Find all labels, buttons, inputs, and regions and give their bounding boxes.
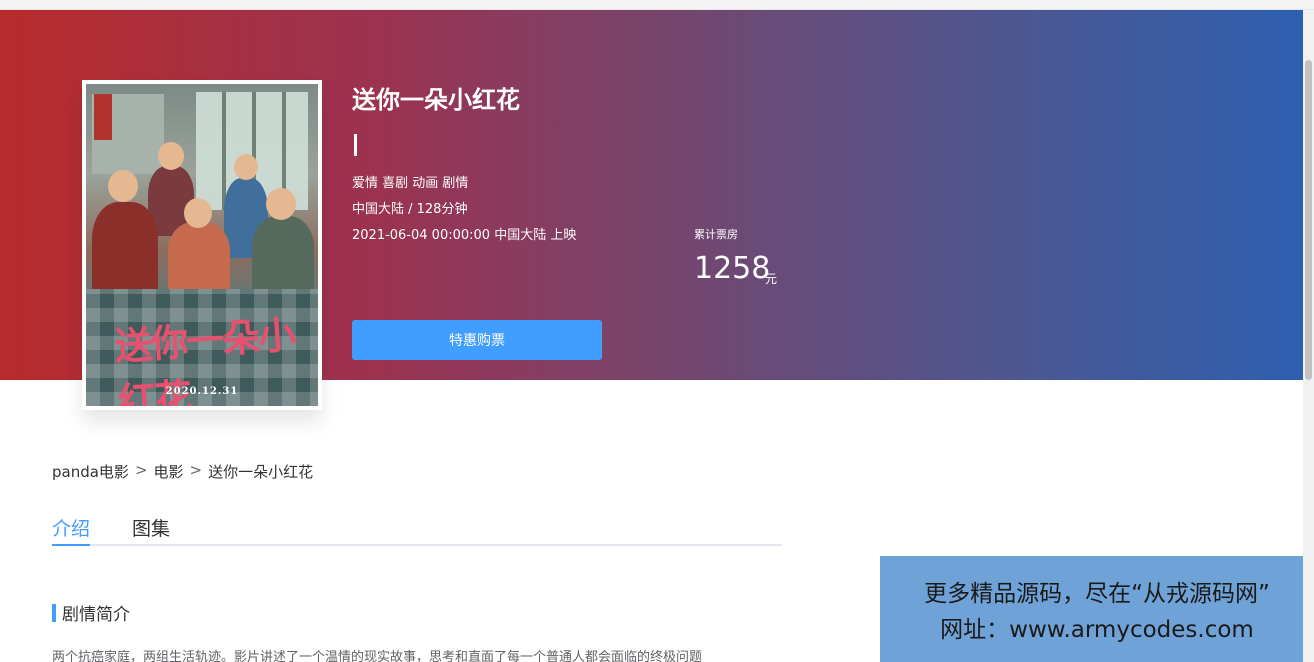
- ad-line-1: 更多精品源码，尽在“从戎源码网”: [924, 581, 1270, 607]
- movie-title: 送你一朵小红花: [352, 86, 520, 114]
- breadcrumb: panda电影 > 电影 > 送你一朵小红花: [52, 461, 313, 482]
- synopsis-header: 剧情简介: [52, 600, 130, 625]
- top-strip: [0, 0, 1314, 10]
- poster-face: [234, 154, 258, 180]
- buy-ticket-button[interactable]: 特惠购票: [352, 320, 602, 360]
- poster-image: 送你一朵小红花 2020.12.31: [86, 84, 318, 406]
- synopsis-title: 剧情简介: [62, 605, 130, 625]
- tab-intro[interactable]: 介绍: [52, 514, 91, 546]
- poster-figure: [92, 202, 158, 294]
- tab-gallery[interactable]: 图集: [132, 514, 170, 546]
- breadcrumb-item-home[interactable]: panda电影: [52, 461, 129, 482]
- poster-face: [158, 142, 184, 170]
- breadcrumb-separator: >: [189, 461, 203, 479]
- poster-figure: [168, 222, 230, 294]
- movie-region-duration: 中国大陆 / 128分钟: [352, 202, 468, 217]
- movie-genres: 爱情 喜剧 动画 剧情: [352, 176, 469, 191]
- ad-line-2: 网址：www.armycodes.com: [940, 617, 1254, 643]
- page-scrollbar[interactable]: [1303, 10, 1314, 662]
- scrollbar-thumb[interactable]: [1305, 60, 1312, 380]
- poster-figure: [252, 216, 314, 294]
- breadcrumb-separator: >: [134, 461, 148, 479]
- poster-face: [266, 188, 296, 220]
- movie-poster[interactable]: 送你一朵小红花 2020.12.31: [82, 80, 322, 410]
- box-office-unit: 元: [765, 272, 778, 286]
- movie-release: 2021-06-04 00:00:00 中国大陆 上映: [352, 228, 577, 243]
- box-office-value: 1258: [694, 251, 771, 286]
- poster-face: [108, 170, 138, 202]
- poster-side-tag: [94, 94, 112, 140]
- detail-tabs: 介绍 图集: [52, 514, 782, 546]
- poster-face: [184, 198, 212, 228]
- synopsis-text: 两个抗癌家庭，两组生活轨迹。影片讲述了一个温情的现实故事，思考和直面了每一个普通…: [52, 650, 703, 662]
- box-office-label: 累计票房: [694, 228, 738, 241]
- section-accent-bar: [52, 603, 56, 622]
- text-cursor: [354, 134, 357, 156]
- poster-date: 2020.12.31: [165, 386, 239, 397]
- breadcrumb-item-movies[interactable]: 电影: [154, 461, 184, 482]
- breadcrumb-item-current: 送你一朵小红花: [208, 463, 314, 481]
- ad-banner[interactable]: 更多精品源码，尽在“从戎源码网” 网址：www.armycodes.com: [880, 556, 1314, 662]
